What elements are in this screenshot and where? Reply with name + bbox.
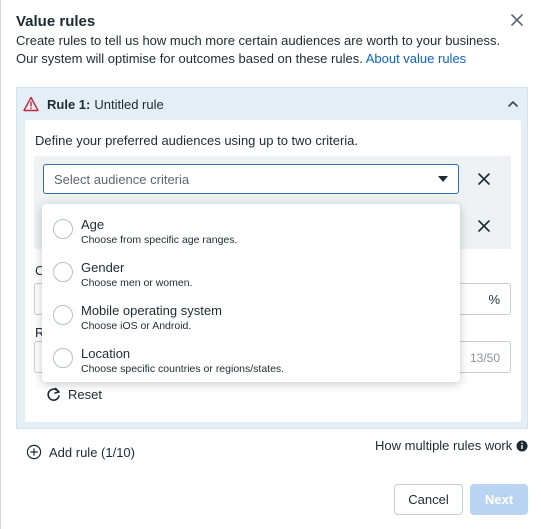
option-name: Gender bbox=[81, 260, 125, 275]
warning-icon bbox=[23, 96, 39, 112]
radio-age[interactable] bbox=[53, 219, 73, 239]
option-description: Choose specific countries or regions/sta… bbox=[81, 363, 285, 375]
dialog-title: Value rules bbox=[16, 13, 96, 30]
select-placeholder: Select audience criteria bbox=[54, 172, 190, 187]
option-name: Location bbox=[81, 346, 131, 361]
how-multiple-rules-work-link[interactable]: How multiple rules work bbox=[375, 438, 528, 453]
add-rule-button[interactable]: Add rule (1/10) bbox=[26, 444, 135, 460]
define-audiences-label: Define your preferred audiences using up… bbox=[35, 133, 359, 148]
description-line-1: Create rules to tell us how much more ce… bbox=[16, 33, 501, 48]
reset-label: Reset bbox=[68, 387, 102, 402]
percent-suffix: % bbox=[488, 292, 500, 307]
option-age[interactable]: Age Choose from specific age ranges. bbox=[42, 206, 460, 249]
rule-header[interactable]: Rule 1: Untitled rule bbox=[23, 95, 164, 113]
radio-mobile-os[interactable] bbox=[53, 305, 73, 325]
add-rule-label: Add rule (1/10) bbox=[49, 444, 135, 460]
radio-location[interactable] bbox=[53, 348, 73, 368]
rule-name: Untitled rule bbox=[94, 96, 164, 112]
info-icon bbox=[516, 440, 528, 451]
char-count: 13/50 bbox=[469, 351, 500, 365]
rule-prefix: Rule 1: bbox=[47, 96, 91, 112]
option-gender[interactable]: Gender Choose men or women. bbox=[42, 249, 460, 292]
next-button[interactable]: Next bbox=[470, 484, 528, 515]
remove-criteria-1-icon[interactable] bbox=[477, 172, 491, 186]
caret-down-icon bbox=[438, 176, 448, 182]
about-value-rules-link[interactable]: About value rules bbox=[366, 51, 466, 66]
option-location[interactable]: Location Choose specific countries or re… bbox=[42, 335, 460, 378]
option-mobile-os[interactable]: Mobile operating system Choose iOS or An… bbox=[42, 292, 460, 335]
reset-button[interactable]: Reset bbox=[45, 386, 102, 403]
option-name: Mobile operating system bbox=[81, 303, 222, 318]
remove-criteria-2-icon[interactable] bbox=[477, 219, 491, 233]
description-line-2: Our system will optimise for outcomes ba… bbox=[16, 51, 467, 66]
option-description: Choose men or women. bbox=[81, 277, 193, 289]
audience-criteria-dropdown: Age Choose from specific age ranges. Gen… bbox=[42, 204, 460, 382]
option-name: Age bbox=[81, 217, 105, 232]
option-description: Choose iOS or Android. bbox=[81, 320, 192, 332]
radio-gender[interactable] bbox=[53, 262, 73, 282]
chevron-up-icon[interactable] bbox=[506, 97, 520, 111]
reset-icon bbox=[47, 387, 60, 401]
value-rules-dialog: Value rules Create rules to tell us how … bbox=[0, 0, 541, 529]
dialog-description: Create rules to tell us how much more ce… bbox=[16, 32, 516, 68]
cancel-button[interactable]: Cancel bbox=[394, 484, 463, 515]
how-link-label: How multiple rules work bbox=[375, 438, 513, 453]
plus-circle-icon bbox=[26, 444, 42, 460]
audience-criteria-select[interactable]: Select audience criteria bbox=[43, 164, 459, 194]
close-icon[interactable] bbox=[508, 11, 526, 29]
option-description: Choose from specific age ranges. bbox=[81, 234, 238, 246]
